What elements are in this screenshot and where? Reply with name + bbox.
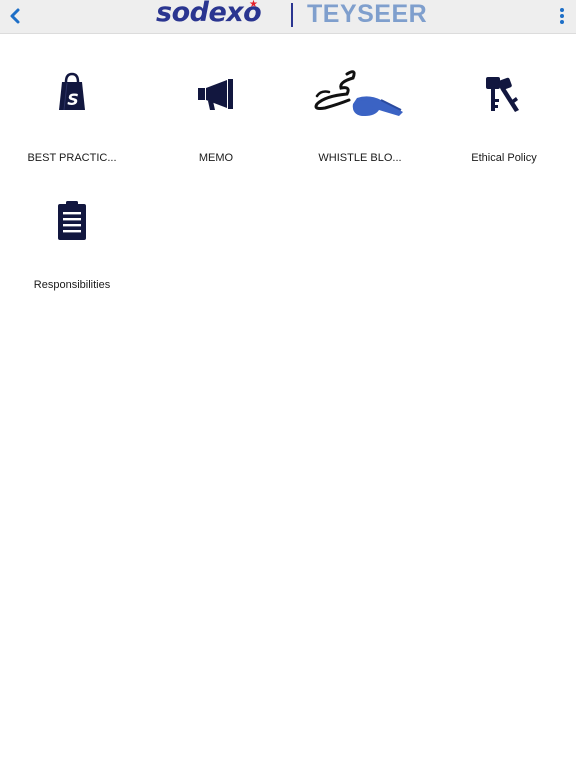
svg-text:S: S [67, 90, 79, 109]
overflow-menu-button[interactable] [556, 6, 568, 26]
logo-partner-text: TEYSEER [307, 0, 428, 28]
app-logo: sodexo ★ TEYSEER [150, 0, 440, 33]
tile-whistle-blower[interactable]: WHISTLE BLO... [295, 66, 425, 176]
tile-icon-container [295, 66, 425, 136]
tile-icon-container [7, 197, 137, 267]
logo-divider [291, 3, 293, 27]
tile-memo[interactable]: MEMO [151, 70, 281, 180]
tile-label: WHISTLE BLO... [318, 152, 402, 164]
shopping-bag-icon: S [59, 72, 85, 111]
keys-icon [486, 77, 519, 112]
tile-best-practices[interactable]: S BEST PRACTIC... [7, 70, 137, 180]
tile-icon-container [151, 70, 281, 140]
clipboard-icon [58, 201, 86, 240]
tile-ethical-policy[interactable]: Ethical Policy [439, 70, 569, 180]
chevron-left-icon [10, 8, 20, 24]
tile-icon-container [439, 70, 569, 140]
app-header: sodexo ★ TEYSEER [0, 0, 576, 34]
tile-label: MEMO [198, 152, 234, 164]
logo-star-icon: ★ [249, 0, 258, 10]
back-button[interactable] [6, 6, 26, 26]
tile-responsibilities[interactable]: Responsibilities [7, 197, 137, 307]
whistle-icon [314, 70, 403, 116]
tile-label: Responsibilities [33, 279, 111, 291]
vertical-ellipsis-icon [560, 8, 564, 24]
tile-icon-container: S [7, 70, 137, 140]
logo-brand-text: sodexo [156, 0, 262, 28]
megaphone-icon [198, 79, 233, 110]
tile-label: Ethical Policy [471, 152, 537, 164]
tile-label: BEST PRACTIC... [27, 152, 117, 164]
